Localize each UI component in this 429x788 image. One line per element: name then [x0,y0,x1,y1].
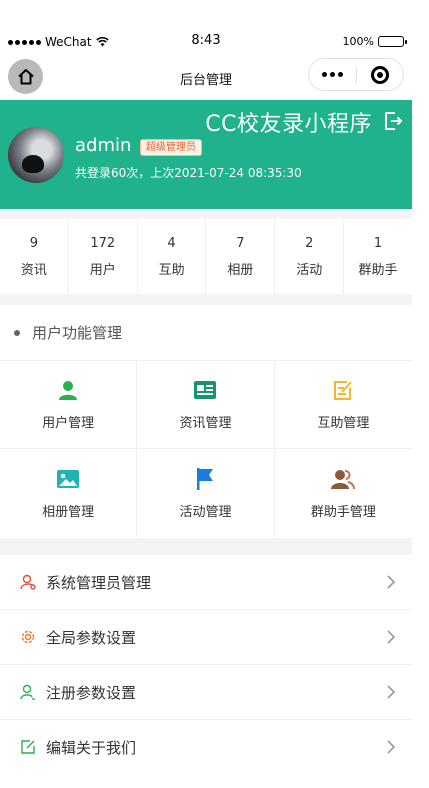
chevron-right-icon [387,740,396,754]
battery-status: 100% [342,35,407,48]
stat-label: 相册 [227,262,254,278]
news-card-icon [193,378,217,402]
close-circle-icon [370,65,389,84]
stat-value: 172 [90,235,116,251]
func-news-manage[interactable]: 资讯管理 [137,361,275,449]
stat-value: 1 [373,235,383,251]
stat-news[interactable]: 9 资讯 [0,219,69,294]
settings-item-register-params[interactable]: 注册参数设置 [0,665,412,720]
chevron-right-icon [387,685,396,699]
app-title: CC校友录小程序 [205,112,372,137]
stats-row: 9 资讯 172 用户 4 互助 7 相册 2 活动 1 群助手 [0,219,412,294]
func-user-manage[interactable]: 用户管理 [0,361,138,449]
user-icon [56,378,80,402]
logout-icon[interactable] [382,110,404,132]
stat-activity[interactable]: 2 活动 [275,219,345,294]
settings-item-system-admin[interactable]: 系统管理员管理 [0,555,412,610]
settings-item-about-us[interactable]: 编辑关于我们 [0,720,412,766]
avatar [8,127,64,183]
section-title: 用户功能管理 [32,324,123,342]
app-screen: WeChat 8:43 100% 后台管理 CC校友录小程序 admin 超级管… [0,0,412,766]
func-album-manage[interactable]: 相册管理 [0,449,138,537]
stat-users[interactable]: 172 用户 [69,219,138,294]
func-label: 资讯管理 [179,416,232,431]
bullet-dot-icon [14,329,20,336]
edit-icon [20,739,36,755]
function-panel-header: 用户功能管理 [0,305,412,361]
stat-value: 4 [167,235,176,251]
func-label: 活动管理 [179,504,232,520]
gear-icon [20,629,36,645]
admin-header: CC校友录小程序 admin 超级管理员 共登录60次，上次2021-07-24… [0,100,412,209]
settings-label: 注册参数设置 [46,683,137,702]
close-mini-program-button[interactable] [357,65,404,84]
settings-label: 全局参数设置 [46,628,137,647]
func-label: 用户管理 [42,416,95,431]
stat-label: 资讯 [20,262,47,278]
settings-item-global-params[interactable]: 全局参数设置 [0,610,412,665]
func-label: 相册管理 [42,504,95,520]
chevron-right-icon [387,575,396,589]
func-group-assistant-manage[interactable]: 群助手管理 [275,449,412,537]
role-badge: 超级管理员 [140,139,202,156]
stat-album[interactable]: 7 相册 [206,219,276,294]
picture-icon [56,467,80,491]
stat-help[interactable]: 4 互助 [138,219,207,294]
stat-group-assistant[interactable]: 1 群助手 [344,219,412,294]
login-info: 共登录60次，上次2021-07-24 08:35:30 [75,166,302,180]
settings-label: 编辑关于我们 [46,738,137,757]
admin-name: admin [75,135,132,156]
settings-list: 系统管理员管理 全局参数设置 注册参数设置 编辑关于我们 [0,555,412,766]
more-menu-button[interactable] [309,72,356,77]
status-bar: WeChat 8:43 100% [0,0,412,58]
battery-percent: 100% [342,35,374,48]
stat-value: 9 [29,235,39,251]
nav-bar: 后台管理 [0,58,412,100]
admin-user-icon [20,574,36,590]
settings-label: 系统管理员管理 [46,573,152,592]
func-help-manage[interactable]: 互助管理 [274,361,412,449]
battery-icon [378,36,407,47]
stat-label: 活动 [296,262,323,278]
function-grid: 用户管理 资讯管理 互助管理 相册管理 活动管理 群助手管理 [0,361,412,537]
stat-value: 7 [236,235,245,251]
func-activity-manage[interactable]: 活动管理 [137,449,275,537]
group-icon [331,467,356,491]
mini-program-capsule [308,58,404,91]
stat-label: 互助 [158,262,185,278]
stat-label: 群助手 [358,262,398,278]
register-user-icon [20,684,36,700]
flag-icon [193,467,217,491]
func-label: 群助手管理 [310,504,376,520]
stat-label: 用户 [89,262,116,278]
stat-value: 2 [305,235,314,251]
func-label: 互助管理 [317,416,370,431]
function-panel: 用户功能管理 用户管理 资讯管理 互助管理 相册管理 活动管理 群助手管理 [0,305,412,538]
edit-note-icon [331,378,355,402]
chevron-right-icon [387,630,396,644]
